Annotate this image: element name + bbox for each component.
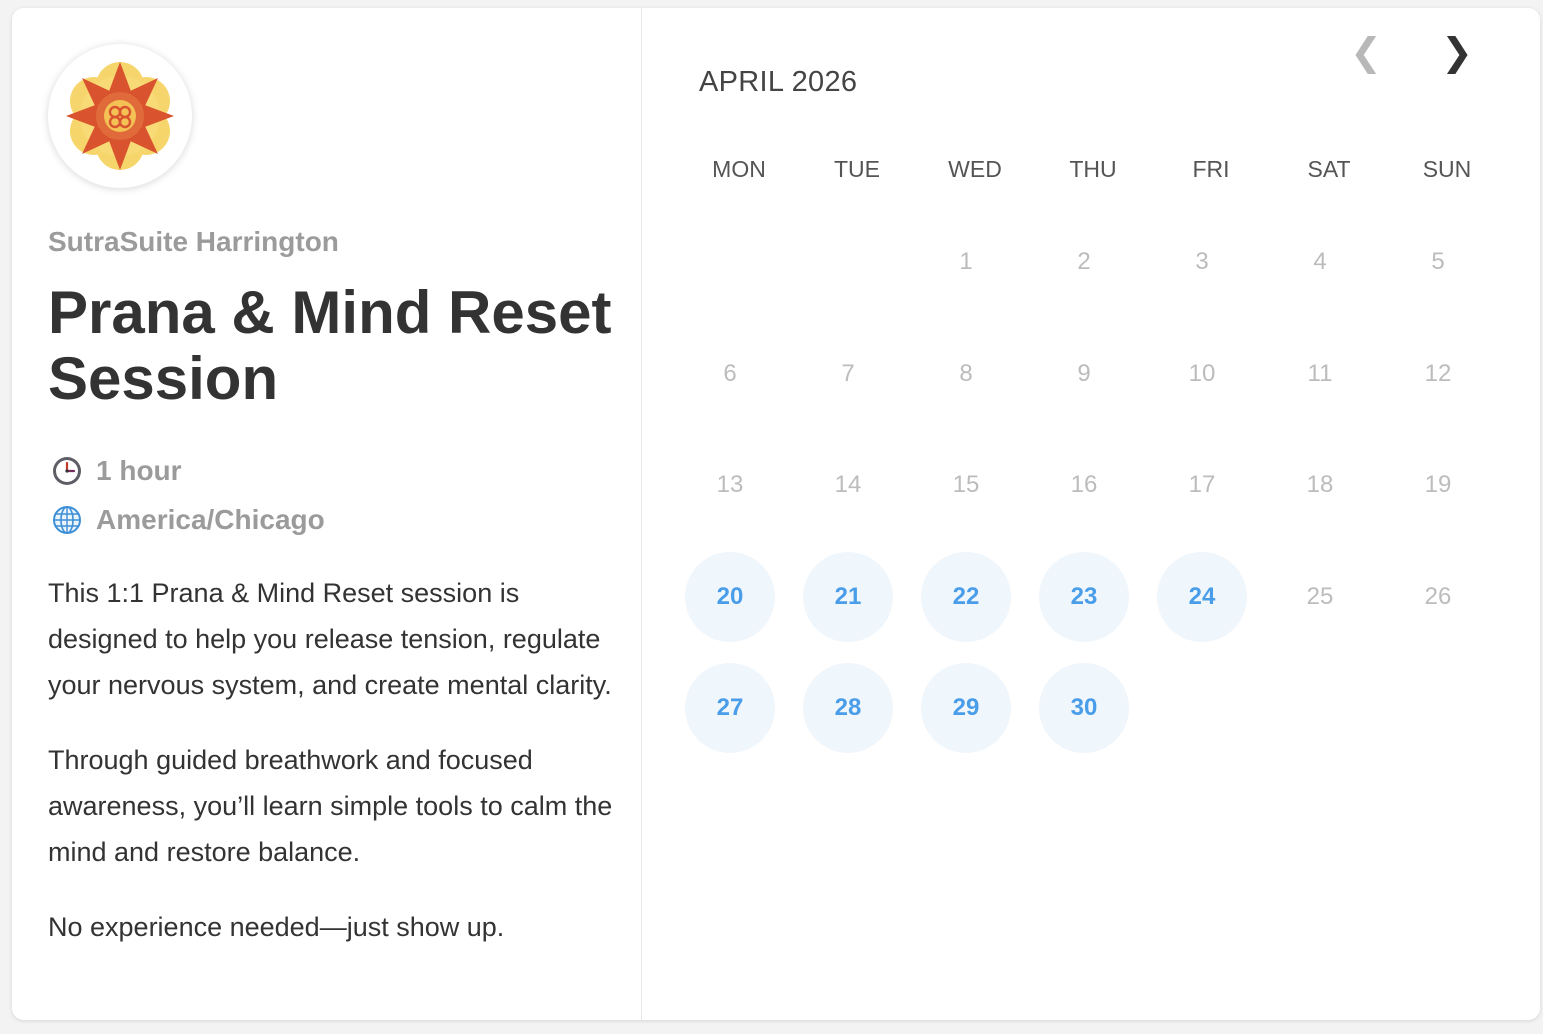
weekday-tue: TUE	[834, 156, 880, 182]
event-description: This 1:1 Prana & Mind Reset session is d…	[48, 570, 618, 979]
day-26: 26	[1424, 582, 1452, 610]
organization-name: SutraSuite Harrington	[48, 226, 339, 257]
duration-text: 1 hour	[96, 455, 182, 486]
available-day-29[interactable]: 29	[921, 663, 1011, 753]
timezone-text: America/Chicago	[96, 504, 325, 535]
day-2: 2	[1077, 248, 1091, 275]
available-day-22[interactable]: 22	[921, 551, 1011, 642]
weekday-sat: SAT	[1307, 156, 1351, 182]
available-day-20[interactable]: 20	[685, 551, 775, 642]
day-12: 12	[1424, 359, 1452, 387]
available-day-27[interactable]: 27	[685, 663, 775, 753]
day-3: 3	[1195, 248, 1209, 275]
next-month-button[interactable]: ❯	[1435, 30, 1479, 74]
available-day-28[interactable]: 28	[803, 663, 893, 753]
available-day-24[interactable]: 24	[1157, 551, 1247, 642]
lotus-mandala-icon	[66, 62, 174, 170]
event-title: Prana & Mind Reset Session	[48, 279, 612, 412]
event-details-panel: SutraSuite Harrington Prana & Mind Reset…	[12, 8, 642, 1020]
day-25: 25	[1306, 582, 1334, 610]
event-timezone: America/Chicago	[50, 503, 325, 537]
chevron-right-icon: ❯	[1441, 31, 1473, 74]
clock-icon	[50, 454, 84, 488]
globe-icon	[50, 503, 84, 537]
available-day-23[interactable]: 23	[1039, 551, 1129, 642]
previous-month-button[interactable]: ❮	[1344, 30, 1388, 74]
weekday-wed: WED	[948, 156, 1002, 182]
day-4: 4	[1313, 248, 1327, 275]
available-day-30[interactable]: 30	[1039, 663, 1129, 753]
day-8: 8	[959, 359, 973, 387]
description-paragraph: No experience needed—just show up.	[48, 912, 505, 942]
chevron-left-icon: ❮	[1350, 31, 1382, 74]
weekday-mon: MON	[712, 156, 766, 182]
day-5: 5	[1431, 248, 1445, 275]
day-18: 18	[1306, 471, 1334, 498]
weekday-sun: SUN	[1422, 156, 1472, 182]
calendar-panel: ❮ ❯ APRIL 2026 MON TUE WED THU FRI SAT S…	[642, 8, 1540, 1020]
day-13: 13	[716, 471, 744, 498]
day-9: 9	[1077, 359, 1091, 387]
description-paragraph: Through guided breathwork and focused aw…	[48, 745, 613, 867]
day-1: 1	[959, 248, 973, 275]
day-19: 19	[1424, 471, 1452, 498]
day-17: 17	[1188, 471, 1216, 498]
day-15: 15	[952, 471, 980, 498]
weekday-fri: FRI	[1192, 156, 1230, 182]
weekday-header: MON TUE WED THU FRI SAT SUN	[680, 156, 1506, 183]
booking-card: SutraSuite Harrington Prana & Mind Reset…	[12, 8, 1540, 1020]
description-paragraph: This 1:1 Prana & Mind Reset session is d…	[48, 578, 612, 700]
weekday-thu: THU	[1069, 156, 1117, 182]
day-16: 16	[1070, 471, 1098, 498]
organization-logo	[48, 44, 192, 188]
day-11: 11	[1307, 359, 1333, 387]
day-6: 6	[723, 359, 737, 387]
month-label: APRIL 2026	[699, 66, 858, 98]
day-14: 14	[834, 471, 862, 498]
event-duration: 1 hour	[50, 454, 182, 488]
day-10: 10	[1188, 359, 1216, 387]
available-day-21[interactable]: 21	[803, 551, 893, 642]
day-7: 7	[841, 359, 855, 387]
